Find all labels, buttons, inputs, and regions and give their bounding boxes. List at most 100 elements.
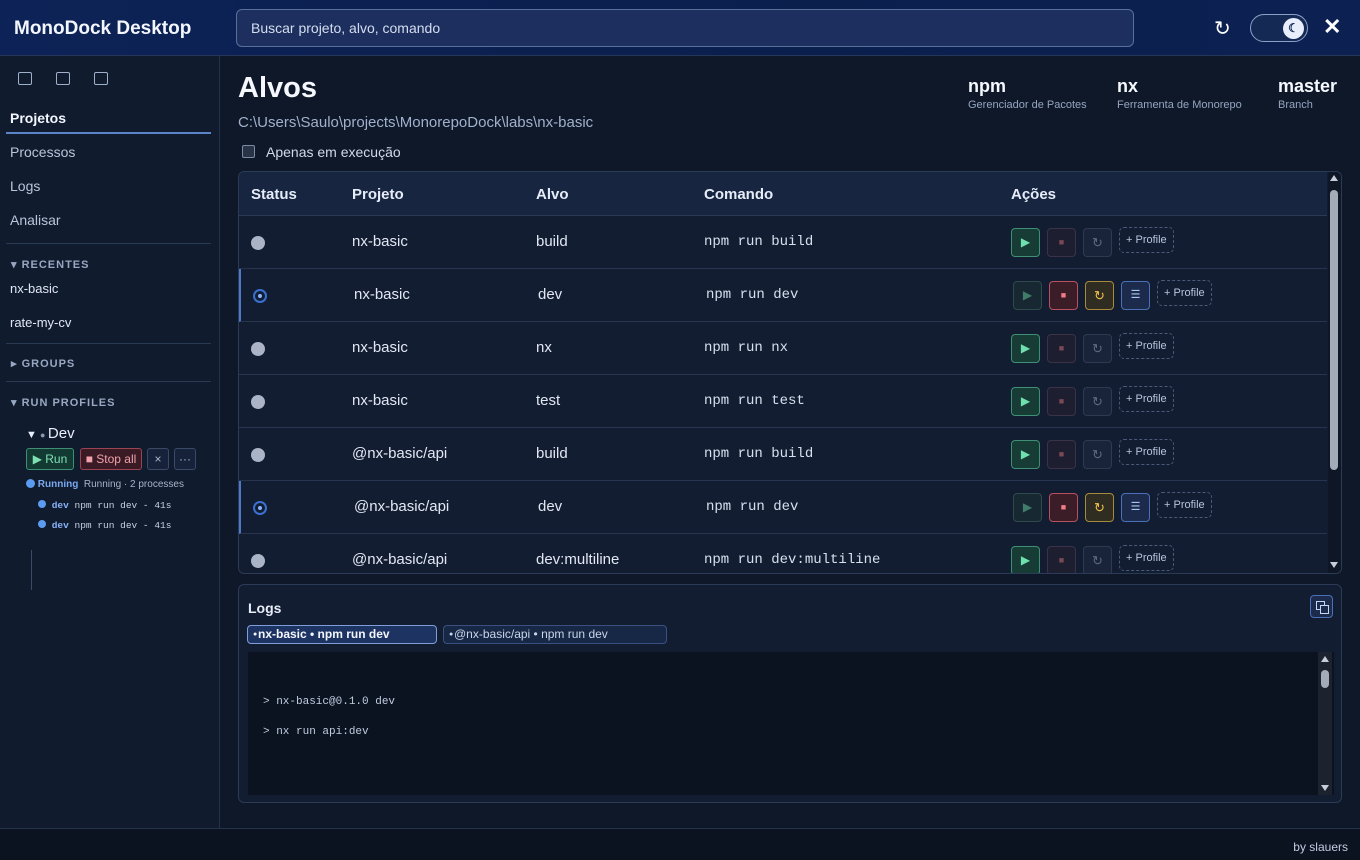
play-icon[interactable]: ▶ bbox=[1011, 387, 1040, 416]
play-icon[interactable]: ▶ bbox=[1013, 493, 1042, 522]
only-running-label: Apenas em execução bbox=[266, 144, 401, 160]
play-icon[interactable]: ▶ bbox=[1011, 546, 1040, 573]
popout-icon[interactable] bbox=[1310, 595, 1333, 618]
targets-table: Status Projeto Alvo Comando Ações nx-bas… bbox=[238, 171, 1342, 574]
add-profile-button[interactable]: + Profile bbox=[1119, 386, 1174, 412]
cell-project: @nx-basic/api bbox=[352, 551, 448, 568]
table-row[interactable]: nx-basic test npm run test ▶ ■ ↻ + Profile bbox=[239, 375, 1327, 428]
scroll-down-arrow[interactable] bbox=[1330, 562, 1338, 568]
moon-icon: ☾ bbox=[1283, 18, 1304, 39]
close-icon[interactable]: ✕ bbox=[1323, 14, 1341, 40]
recent-item[interactable]: nx-basic bbox=[10, 281, 58, 296]
nav-projetos[interactable]: Projetos bbox=[10, 110, 66, 126]
page-title: Alvos bbox=[238, 72, 317, 104]
cell-target: build bbox=[536, 445, 568, 462]
nav-analisar[interactable]: Analisar bbox=[10, 212, 61, 228]
play-icon[interactable]: ▶ bbox=[1013, 281, 1042, 310]
table-row[interactable]: @nx-basic/api dev npm run dev ▶ ■ ↻ ☰ + Profile bbox=[239, 481, 1327, 534]
restart-icon[interactable]: ↻ bbox=[1083, 546, 1112, 573]
play-icon[interactable]: ▶ bbox=[1011, 228, 1040, 257]
cell-project: nx-basic bbox=[352, 233, 408, 250]
cell-command: npm run test bbox=[704, 393, 805, 409]
log-tab[interactable]: @nx-basic/api • npm run dev bbox=[443, 625, 667, 644]
add-profile-button[interactable]: + Profile bbox=[1119, 333, 1174, 359]
cell-target: build bbox=[536, 233, 568, 250]
table-row[interactable]: nx-basic dev npm run dev ▶ ■ ↻ ☰ + Profile bbox=[239, 269, 1327, 322]
profile-status: Running Running · 2 processes bbox=[26, 479, 184, 490]
search-input[interactable] bbox=[236, 9, 1134, 47]
log-line: > nx-basic@0.1.0 dev bbox=[263, 696, 396, 708]
table-scrollbar-thumb[interactable] bbox=[1330, 190, 1338, 470]
add-profile-button[interactable]: + Profile bbox=[1157, 280, 1212, 306]
nav-active-underline bbox=[6, 132, 211, 134]
profile-run-button[interactable]: ▶ Run bbox=[26, 448, 74, 470]
cell-project: nx-basic bbox=[352, 339, 408, 356]
scroll-down-arrow[interactable] bbox=[1321, 785, 1329, 791]
restart-icon[interactable]: ↻ bbox=[1083, 228, 1112, 257]
meta-package-manager: npm Gerenciador de Pacotes bbox=[968, 76, 1087, 111]
profile-process-item[interactable]: dev npm run dev - 41s bbox=[38, 500, 171, 511]
log-scrollbar-thumb[interactable] bbox=[1321, 670, 1329, 688]
stop-icon[interactable]: ■ bbox=[1047, 228, 1076, 257]
play-icon[interactable]: ▶ bbox=[1011, 440, 1040, 469]
add-profile-button[interactable]: + Profile bbox=[1157, 492, 1212, 518]
table-row[interactable]: @nx-basic/api build npm run build ▶ ■ ↻ + Prof… bbox=[239, 428, 1327, 481]
cell-target: dev:multiline bbox=[536, 551, 620, 568]
logs-icon[interactable]: ☰ bbox=[1121, 281, 1150, 310]
groups-section-header[interactable]: ▸ GROUPS bbox=[11, 357, 75, 370]
restart-icon[interactable]: ↻ bbox=[1083, 440, 1112, 469]
scroll-up-arrow[interactable] bbox=[1330, 175, 1338, 181]
table-row[interactable]: nx-basic nx npm run nx ▶ ■ ↻ + Profile bbox=[239, 322, 1327, 375]
stop-icon[interactable]: ■ bbox=[1049, 493, 1078, 522]
footer-credit: by slauers bbox=[1293, 840, 1348, 854]
stop-icon[interactable]: ■ bbox=[1049, 281, 1078, 310]
cell-target: dev bbox=[538, 286, 563, 303]
scroll-up-arrow[interactable] bbox=[1321, 656, 1329, 662]
table-row[interactable]: nx-basic build npm run build ▶ ■ ↻ + Profile bbox=[239, 216, 1327, 269]
logs-title: Logs bbox=[248, 600, 282, 616]
chevron-down-icon: ▾ bbox=[11, 397, 22, 409]
run-profile-title[interactable]: ▼ ● Dev bbox=[26, 425, 75, 442]
stop-icon[interactable]: ■ bbox=[1047, 334, 1076, 363]
table-row[interactable]: @nx-basic/api dev:multiline npm run dev:mu… bbox=[239, 534, 1327, 573]
theme-toggle[interactable]: ☾ bbox=[1250, 14, 1308, 42]
only-running-checkbox[interactable] bbox=[242, 145, 255, 158]
run-profiles-section-header[interactable]: ▾ RUN PROFILES bbox=[11, 396, 115, 409]
restart-icon[interactable]: ↻ bbox=[1083, 387, 1112, 416]
cell-project: @nx-basic/api bbox=[354, 498, 450, 515]
refresh-icon[interactable]: ↻ bbox=[1214, 16, 1231, 41]
nav-processos[interactable]: Processos bbox=[10, 144, 75, 160]
chevron-down-icon: ▾ bbox=[11, 259, 22, 271]
stop-icon[interactable]: ■ bbox=[1047, 440, 1076, 469]
profile-process-item[interactable]: dev npm run dev - 41s bbox=[38, 520, 171, 531]
chevron-right-icon: ▸ bbox=[11, 358, 22, 370]
log-tab[interactable]: nx-basic • npm run dev bbox=[247, 625, 437, 644]
restart-icon[interactable]: ↻ bbox=[1083, 334, 1112, 363]
logs-icon[interactable]: ☰ bbox=[1121, 493, 1150, 522]
column-header-project: Projeto bbox=[352, 186, 404, 203]
idle-status-icon bbox=[251, 554, 265, 568]
profile-stop-all-button[interactable]: ■ Stop all bbox=[80, 448, 142, 470]
meta-branch: master Branch bbox=[1278, 76, 1338, 111]
restart-icon[interactable]: ↻ bbox=[1085, 281, 1114, 310]
profile-remove-button[interactable]: × bbox=[147, 448, 169, 470]
add-workspace-icon[interactable] bbox=[94, 72, 108, 85]
cell-target: dev bbox=[538, 498, 563, 515]
cell-command: npm run build bbox=[704, 234, 814, 250]
play-icon[interactable]: ▶ bbox=[1011, 334, 1040, 363]
stop-icon[interactable]: ■ bbox=[1047, 387, 1076, 416]
add-profile-button[interactable]: + Profile bbox=[1119, 439, 1174, 465]
open-folder-icon[interactable] bbox=[56, 72, 70, 85]
recent-item[interactable]: rate-my-cv bbox=[10, 315, 71, 330]
sidebar: Projetos Processos Logs Analisar ▾ RECEN… bbox=[0, 56, 220, 828]
divider bbox=[6, 343, 211, 344]
recent-section-header[interactable]: ▾ RECENTES bbox=[11, 258, 89, 271]
restart-icon[interactable]: ↻ bbox=[1085, 493, 1114, 522]
stop-icon[interactable]: ■ bbox=[1047, 546, 1076, 573]
add-profile-button[interactable]: + Profile bbox=[1119, 545, 1174, 571]
nav-logs[interactable]: Logs bbox=[10, 178, 40, 194]
collapse-sidebar-icon[interactable] bbox=[18, 72, 32, 85]
app-title: MonoDock Desktop bbox=[14, 18, 192, 39]
profile-more-button[interactable]: ··· bbox=[174, 448, 196, 470]
add-profile-button[interactable]: + Profile bbox=[1119, 227, 1174, 253]
